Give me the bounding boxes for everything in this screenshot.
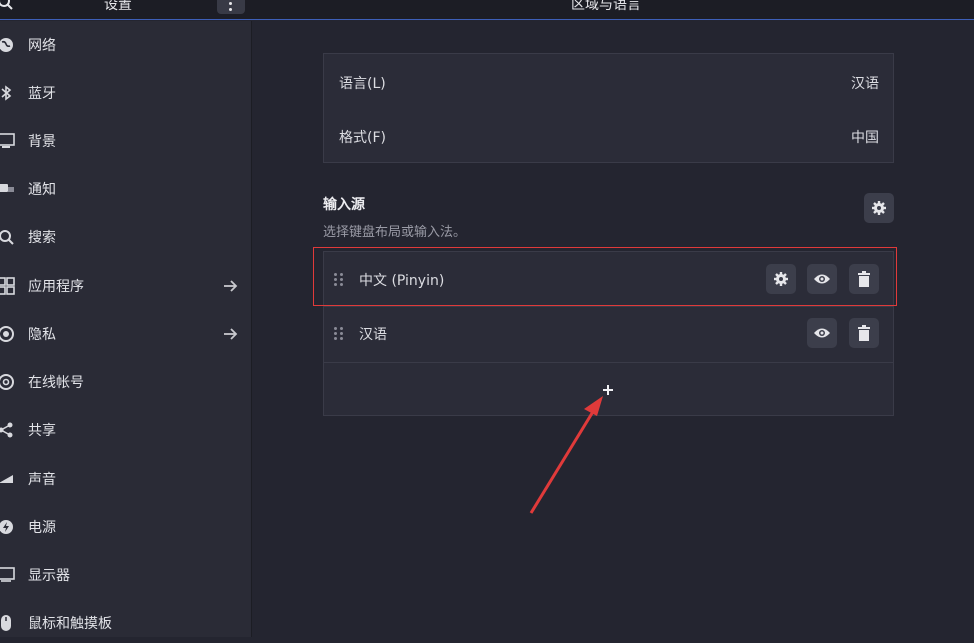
drag-handle-icon[interactable] xyxy=(334,327,344,341)
eye-icon xyxy=(814,328,830,338)
source-settings-button[interactable] xyxy=(766,264,796,294)
sidebar-item-sound[interactable]: 声音 xyxy=(0,459,252,499)
gear-icon xyxy=(872,201,886,215)
minimize-icon[interactable] xyxy=(873,0,889,8)
sidebar-item-label: 蓝牙 xyxy=(28,86,56,102)
sidebar-item-label: 隐私 xyxy=(28,327,56,343)
region-card: 语言(L) 汉语 格式(F) 中国 xyxy=(323,53,894,163)
list-item[interactable]: 中文 (Pinyin) xyxy=(324,252,893,307)
trash-icon xyxy=(858,325,870,341)
language-value[interactable]: 汉语 xyxy=(851,73,879,93)
online-accounts-icon xyxy=(0,374,14,390)
input-sources-subtitle: 选择键盘布局或输入法。 xyxy=(323,225,467,240)
add-input-source-row[interactable] xyxy=(324,362,893,415)
trash-icon xyxy=(858,271,870,287)
sidebar-item-bluetooth[interactable]: 蓝牙 xyxy=(0,73,252,113)
bluetooth-icon xyxy=(1,85,12,101)
sidebar-item-label: 电源 xyxy=(28,520,56,536)
sidebar-item-label: 声音 xyxy=(28,472,56,488)
drag-handle-icon[interactable] xyxy=(334,273,344,287)
source-remove-button[interactable] xyxy=(849,318,879,348)
gear-icon xyxy=(774,272,788,286)
sidebar-item-label: 通知 xyxy=(28,182,56,198)
close-icon[interactable] xyxy=(937,0,953,8)
maximize-icon[interactable] xyxy=(903,0,919,8)
panel-title: 区域与语言 xyxy=(571,0,641,13)
privacy-icon xyxy=(0,326,14,342)
settings-window: 设置 区域与语言 网络 蓝牙 背景 通知 搜索 应用程序 隐私 在线帐号 共享 … xyxy=(0,0,974,637)
language-label[interactable]: 语言(L) xyxy=(339,73,386,93)
eye-icon xyxy=(814,274,830,284)
input-source-name: 汉语 xyxy=(359,327,387,343)
main-panel: 语言(L) 汉语 格式(F) 中国 输入源 选择键盘布局或输入法。 中文 (Pi… xyxy=(253,21,974,637)
sidebar-item-label: 共享 xyxy=(28,423,56,439)
search-icon xyxy=(0,230,14,245)
sidebar-item-online-accounts[interactable]: 在线帐号 xyxy=(0,362,252,402)
app-title: 设置 xyxy=(104,0,132,13)
sidebar-item-label: 鼠标和触摸板 xyxy=(28,616,112,632)
mouse-icon xyxy=(1,615,11,631)
input-sources-settings-button[interactable] xyxy=(864,193,894,223)
sidebar-item-background[interactable]: 背景 xyxy=(0,121,252,161)
power-icon xyxy=(0,520,13,534)
input-sources-list: 中文 (Pinyin) 汉语 xyxy=(323,251,894,416)
source-preview-button[interactable] xyxy=(807,318,837,348)
sidebar-item-privacy[interactable]: 隐私 xyxy=(0,314,252,354)
sidebar-item-search[interactable]: 搜索 xyxy=(0,217,252,257)
format-value[interactable]: 中国 xyxy=(851,127,879,147)
sidebar-item-label: 在线帐号 xyxy=(28,375,84,391)
sidebar-item-label: 搜索 xyxy=(28,230,56,246)
sidebar-item-label: 显示器 xyxy=(28,568,70,584)
arrow-right-icon xyxy=(224,280,238,292)
input-sources-title: 输入源 xyxy=(323,197,365,213)
sidebar-item-power[interactable]: 电源 xyxy=(0,507,252,547)
source-remove-button[interactable] xyxy=(849,264,879,294)
network-icon xyxy=(0,38,13,52)
sidebar-item-label: 网络 xyxy=(28,38,56,54)
share-icon xyxy=(0,422,13,438)
sidebar-item-displays[interactable]: 显示器 xyxy=(0,555,252,595)
sidebar-item-network[interactable]: 网络 xyxy=(0,25,252,65)
plus-icon[interactable] xyxy=(600,382,616,398)
format-label[interactable]: 格式(F) xyxy=(339,127,386,147)
arrow-right-icon xyxy=(224,328,238,340)
menu-button[interactable] xyxy=(217,0,245,14)
sidebar-item-notifications[interactable]: 通知 xyxy=(0,169,252,209)
sound-icon xyxy=(0,475,13,483)
sidebar-item-sharing[interactable]: 共享 xyxy=(0,410,252,450)
sidebar-item-label: 应用程序 xyxy=(28,279,84,295)
apps-icon xyxy=(0,277,15,295)
sidebar-item-mouse[interactable]: 鼠标和触摸板 xyxy=(0,603,252,643)
background-icon xyxy=(0,133,15,148)
display-icon xyxy=(0,567,15,582)
header-bar: 设置 区域与语言 xyxy=(0,0,974,20)
search-icon[interactable] xyxy=(0,0,14,12)
sidebar-item-label: 背景 xyxy=(28,134,56,150)
sidebar: 网络 蓝牙 背景 通知 搜索 应用程序 隐私 在线帐号 共享 声音 电源 显示器… xyxy=(0,21,252,637)
source-preview-button[interactable] xyxy=(807,264,837,294)
list-item[interactable]: 汉语 xyxy=(324,307,893,362)
input-source-name: 中文 (Pinyin) xyxy=(359,273,445,289)
notification-icon xyxy=(0,184,14,192)
sidebar-item-applications[interactable]: 应用程序 xyxy=(0,266,252,306)
